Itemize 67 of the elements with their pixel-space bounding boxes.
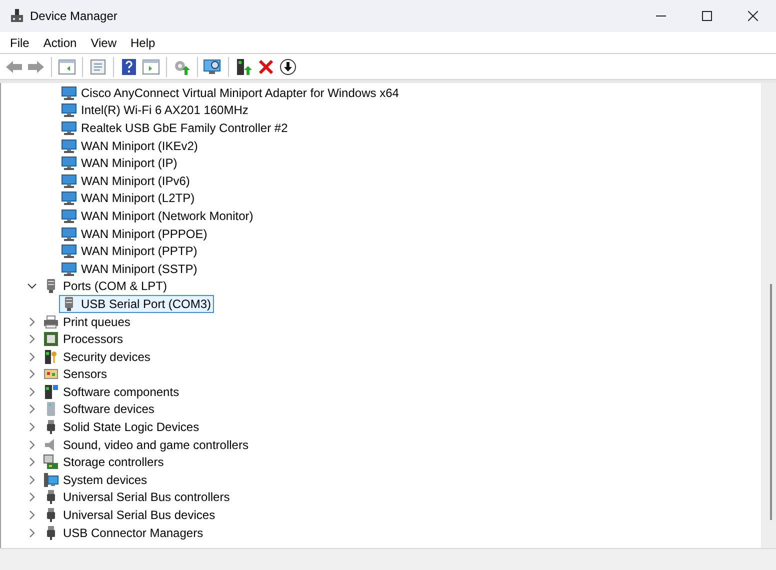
tree-item[interactable]: WAN Miniport (L2TP) [59, 190, 198, 208]
menu-item[interactable]: View [84, 32, 124, 52]
tree-item[interactable]: Processors [41, 330, 126, 348]
monitor-icon [61, 138, 77, 154]
tree-item[interactable]: USB Connector Managers [41, 524, 206, 542]
monitor-icon [61, 226, 77, 242]
printer-icon [43, 314, 59, 330]
scrollbar-thumb[interactable] [770, 284, 772, 520]
monitor-icon [61, 155, 77, 172]
expand-chevron-icon[interactable] [27, 404, 37, 414]
monitor-icon [61, 120, 77, 136]
tree-item[interactable]: WAN Miniport (SSTP) [59, 260, 200, 278]
monitor-icon [61, 243, 77, 260]
tree-item[interactable]: WAN Miniport (IPv6) [59, 172, 193, 190]
expand-chevron-icon[interactable] [27, 510, 37, 520]
tree-item[interactable]: Universal Serial Bus controllers [41, 488, 233, 506]
monitor-icon [61, 102, 77, 118]
tower-puzzle-icon [43, 384, 59, 400]
tree-item[interactable]: Software devices [41, 400, 158, 418]
expand-chevron-icon[interactable] [27, 422, 37, 432]
expand-chevron-icon[interactable] [27, 386, 37, 397]
tree-item[interactable]: WAN Miniport (PPPOE) [59, 224, 210, 242]
tree-item[interactable]: Intel(R) Wi-Fi 6 AX201 160MHz [59, 102, 252, 120]
window-title: Device Manager [30, 8, 118, 25]
storage-controller-icon [43, 454, 59, 470]
device-icon [9, 8, 25, 24]
tree-item[interactable]: Storage controllers [41, 453, 167, 472]
tree-item[interactable]: WAN Miniport (Network Monitor) [59, 207, 256, 225]
tree-item[interactable]: Ports (COM & LPT) [41, 278, 170, 296]
tree-item[interactable]: Cisco AnyConnect Virtual Miniport Adapter for Windows x64 [59, 84, 402, 102]
tree-item[interactable]: Sensors [41, 366, 110, 384]
tower-key-icon [43, 348, 59, 365]
expand-chevron-icon[interactable] [27, 369, 37, 380]
tree-item[interactable]: WAN Miniport (IP) [59, 154, 180, 172]
expand-chevron-icon[interactable] [27, 528, 37, 538]
tree-item[interactable]: Realtek USB GbE Family Controller #2 [59, 119, 291, 137]
tree-item[interactable]: USB Serial Port (COM3) [59, 295, 214, 313]
tree-item[interactable]: WAN Miniport (PPTP) [59, 242, 200, 260]
maximize-icon [702, 11, 712, 21]
tree-item[interactable]: Security devices [41, 348, 154, 366]
expand-chevron-icon[interactable] [27, 457, 37, 468]
expand-chevron-icon[interactable] [27, 474, 37, 485]
monitor-icon [61, 208, 77, 224]
chip-icon [43, 331, 59, 348]
tree-item[interactable]: Sound, video and game controllers [41, 436, 252, 454]
tree-item[interactable]: Software components [41, 383, 182, 401]
menu-item[interactable]: File [3, 32, 36, 52]
tree-item[interactable]: Solid State Logic Devices [41, 418, 202, 436]
collapse-chevron-icon[interactable] [27, 281, 37, 292]
tree-item[interactable]: WAN Miniport (IKEv2) [59, 136, 201, 154]
monitor-icon [61, 190, 77, 206]
tree-item[interactable]: Print queues [41, 312, 134, 330]
expand-chevron-icon[interactable] [27, 316, 37, 327]
close-icon [748, 11, 758, 21]
expand-chevron-icon[interactable] [27, 492, 37, 502]
menu-item[interactable]: Help [124, 32, 162, 52]
scrollbar[interactable] [761, 83, 776, 548]
monitor-icon [61, 260, 77, 277]
computer-icon [43, 472, 59, 488]
expand-chevron-icon[interactable] [27, 352, 37, 362]
tree-item[interactable]: Universal Serial Bus devices [41, 506, 218, 524]
expand-chevron-icon[interactable] [27, 440, 37, 450]
monitor-icon [61, 84, 77, 101]
expand-chevron-icon[interactable] [27, 334, 37, 344]
monitor-icon [61, 172, 77, 189]
tree-item[interactable]: System devices [41, 471, 150, 489]
menu-item[interactable]: Action [36, 32, 84, 52]
